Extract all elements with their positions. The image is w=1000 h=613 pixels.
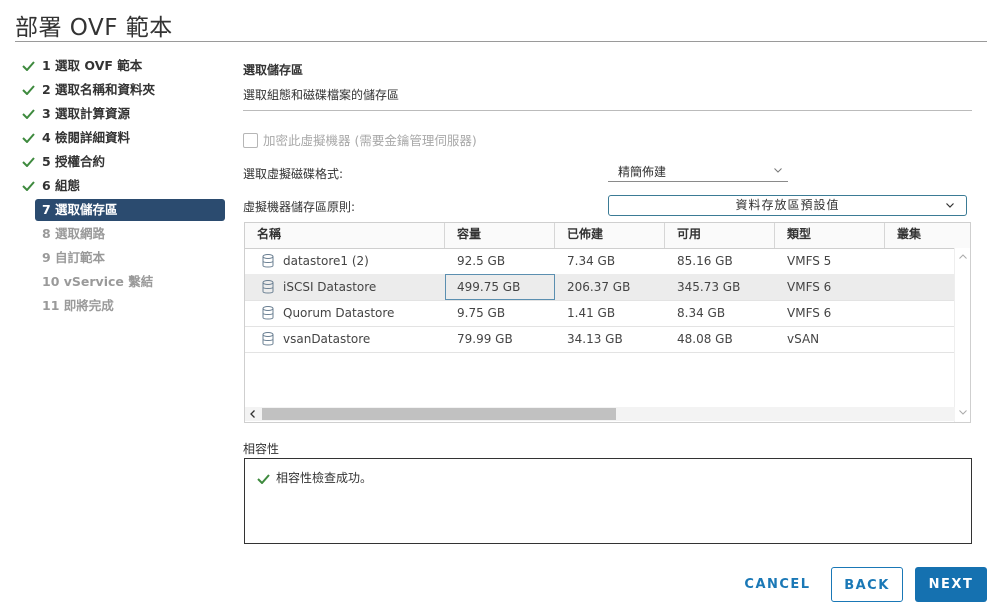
step-5[interactable]: 5 授權合約 [20,151,225,175]
step-11: 11 即將完成 [42,298,114,313]
check-icon [257,474,270,485]
storage-policy-label: 虛擬機器儲存區原則: [243,200,356,214]
step-3[interactable]: 3 選取計算資源 [20,103,225,127]
check-icon [22,61,35,71]
step-9: 9 自訂範本 [42,250,106,265]
table-row[interactable]: vsanDatastore 79.99 GB 34.13 GB 48.08 GB… [245,326,955,353]
cell-name: Quorum Datastore [283,306,395,320]
compatibility-panel: 相容性檢查成功。 [244,458,972,544]
table-header: 名稱 容量 已佈建 可用 類型 叢集 [245,223,970,249]
encrypt-vm-checkbox[interactable]: 加密此虛擬機器 (需要金鑰管理伺服器) [243,130,477,149]
step-2[interactable]: 2 選取名稱和資料夾 [20,79,225,103]
step-1[interactable]: 1 選取 OVF 範本 [20,55,225,79]
cell-capacity: 92.5 GB [457,254,506,268]
storage-policy-value: 資料存放區預設值 [735,198,840,212]
scrollbar-thumb[interactable] [262,408,616,420]
wizard-steps: 1 選取 OVF 範本 2 選取名稱和資料夾 3 選取計算資源 4 檢閱詳細資料… [20,55,225,319]
encrypt-label: 加密此虛擬機器 (需要金鑰管理伺服器) [263,133,477,148]
column-header-provisioned[interactable]: 已佈建 [555,223,665,248]
cell-type: VMFS 6 [787,306,832,320]
scroll-left-icon[interactable] [250,410,255,418]
cell-capacity: 9.75 GB [457,306,506,320]
cell-capacity: 499.75 GB [457,280,521,294]
check-icon [22,109,35,119]
cell-cluster [885,326,955,352]
disk-format-label: 選取虛擬磁碟格式: [243,167,344,181]
column-header-capacity[interactable]: 容量 [445,223,555,248]
step-7-current[interactable]: 7 選取儲存區 [35,199,225,221]
check-icon [22,181,35,191]
cell-free: 8.34 GB [677,306,726,320]
step-6[interactable]: 6 組態 [20,175,225,199]
next-button[interactable]: NEXT [915,567,987,602]
cell-provisioned: 7.34 GB [567,254,616,268]
step-8: 8 選取網路 [42,226,106,241]
wizard-title: 部署 OVF 範本 [15,15,173,41]
step-label: 6 組態 [42,178,81,193]
cell-provisioned: 1.41 GB [567,306,616,320]
scroll-down-icon[interactable] [959,410,967,415]
compatibility-text: 相容性檢查成功。 [276,471,373,485]
datastore-table: 名稱 容量 已佈建 可用 類型 叢集 datastore1 (2) 92.5 G… [244,222,971,423]
checkbox-icon [243,133,258,148]
storage-policy-select[interactable]: 資料存放區預設值 [608,195,967,216]
horizontal-scrollbar[interactable] [245,407,955,421]
cell-name: vsanDatastore [283,332,371,346]
step-label: 2 選取名稱和資料夾 [42,82,156,97]
cell-type: vSAN [787,332,820,346]
cell-provisioned: 206.37 GB [567,280,631,294]
vertical-scrollbar[interactable] [954,248,970,422]
chevron-down-icon [774,168,782,173]
check-icon [22,133,35,143]
cell-provisioned: 34.13 GB [567,332,623,346]
table-row[interactable]: Quorum Datastore 9.75 GB 1.41 GB 8.34 GB… [245,300,955,327]
compatibility-message: 相容性檢查成功。 [257,469,372,486]
step-label: 5 授權合約 [42,154,106,169]
check-icon [22,157,35,167]
scroll-up-icon[interactable] [959,254,967,259]
column-header-free[interactable]: 可用 [665,223,775,248]
cell-capacity: 79.99 GB [457,332,513,346]
step-4[interactable]: 4 檢閱詳細資料 [20,127,225,151]
column-header-name[interactable]: 名稱 [245,223,445,248]
back-button[interactable]: BACK [831,567,903,602]
step-label: 4 檢閱詳細資料 [42,130,131,145]
step-label: 3 選取計算資源 [42,106,131,121]
cell-free: 85.16 GB [677,254,733,268]
section-subtitle: 選取組態和磁碟檔案的儲存區 [243,88,400,102]
cell-free: 48.08 GB [677,332,733,346]
main-panel: 選取儲存區 選取組態和磁碟檔案的儲存區 加密此虛擬機器 (需要金鑰管理伺服器) … [243,58,973,544]
cell-cluster [885,300,955,326]
cancel-button[interactable]: CANCEL [735,567,820,602]
cell-name: datastore1 (2) [283,254,369,268]
cell-name: iSCSI Datastore [283,280,377,294]
chevron-down-icon [946,203,954,208]
table-row[interactable]: datastore1 (2) 92.5 GB 7.34 GB 85.16 GB … [245,248,955,275]
title-divider [15,41,987,42]
cell-free: 345.73 GB [677,280,741,294]
cell-cluster [885,248,955,274]
section-title: 選取儲存區 [243,63,304,77]
disk-format-select[interactable]: 精簡佈建 [608,162,788,182]
column-header-cluster[interactable]: 叢集 [885,223,970,248]
cell-cluster [885,274,955,300]
column-header-type[interactable]: 類型 [775,223,885,248]
section-divider [243,110,972,111]
table-row-selected[interactable]: iSCSI Datastore 499.75 GB 206.37 GB 345.… [245,274,955,301]
check-icon [22,85,35,95]
compatibility-label: 相容性 [243,442,280,456]
step-10: 10 vService 繫結 [42,274,154,289]
cell-type: VMFS 5 [787,254,832,268]
disk-format-value: 精簡佈建 [618,165,667,179]
cell-type: VMFS 6 [787,280,832,294]
step-label: 1 選取 OVF 範本 [42,58,143,73]
